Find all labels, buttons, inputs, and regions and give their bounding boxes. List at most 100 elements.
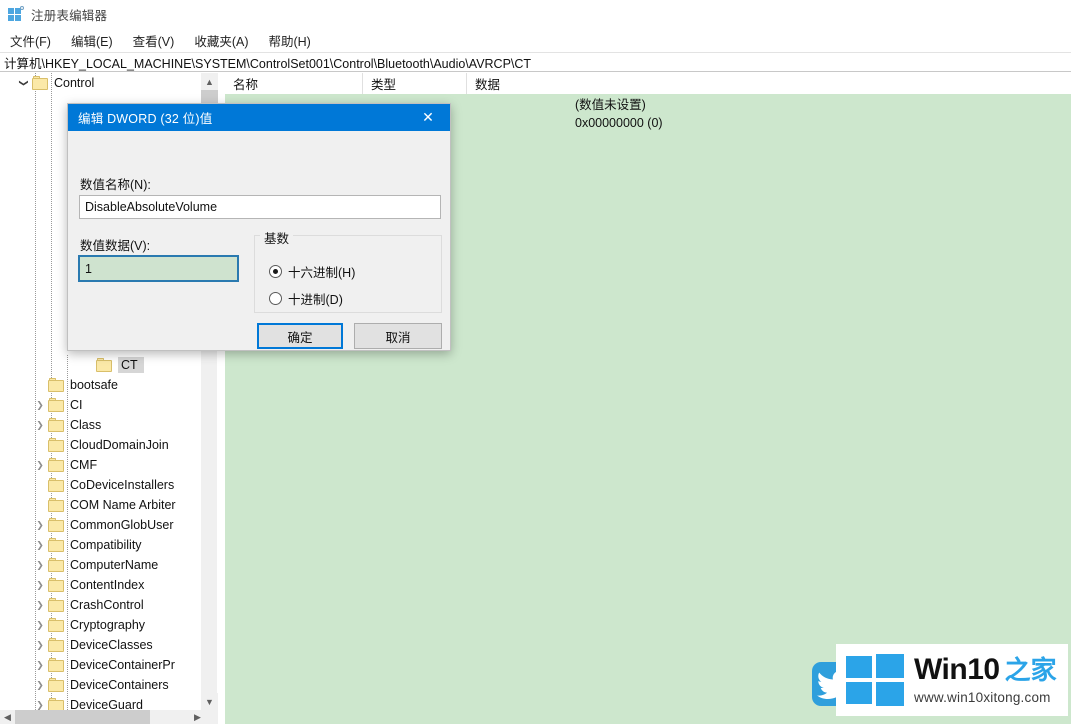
tree-scroll-right-button[interactable]: ▶ xyxy=(190,710,205,724)
value-name-input[interactable]: DisableAbsoluteVolume xyxy=(79,195,441,219)
watermark-brand-main: Win10 xyxy=(914,653,1000,686)
tree-node[interactable]: COM Name Arbiter xyxy=(0,495,202,515)
folder-icon xyxy=(48,518,65,532)
dialog-body: 数值名称(N): DisableAbsoluteVolume 数值数据(V): … xyxy=(68,131,450,352)
radio-decimal-label: 十进制(D) xyxy=(288,293,343,307)
tree-node-spacer xyxy=(32,475,48,495)
folder-icon xyxy=(48,658,65,672)
menu-favorites[interactable]: 收藏夹(A) xyxy=(194,29,257,52)
chevron-right-icon[interactable]: ❯ xyxy=(32,615,48,635)
tree-scroll-down-button[interactable]: ▼ xyxy=(201,693,218,710)
registry-path: 计算机\HKEY_LOCAL_MACHINE\SYSTEM\ControlSet… xyxy=(4,56,532,71)
window-title: 注册表编辑器 xyxy=(31,8,108,23)
value-data-input[interactable]: 1 xyxy=(78,255,239,282)
tree-node-spacer xyxy=(32,375,48,395)
folder-icon xyxy=(48,478,65,492)
folder-icon xyxy=(48,378,65,392)
watermark-brand-sub: 之家 xyxy=(1004,655,1057,685)
tree-node[interactable]: ❯ Compatibility xyxy=(0,535,202,555)
tree-node-label: ContentIndex xyxy=(70,578,145,592)
folder-icon xyxy=(48,438,65,452)
tree-node-label: Control xyxy=(54,76,95,90)
chevron-right-icon[interactable]: ❯ xyxy=(32,515,48,535)
tree-horizontal-scrollbar[interactable]: ◀ ▶ xyxy=(0,710,218,724)
chevron-right-icon[interactable]: ❯ xyxy=(32,455,48,475)
chevron-right-icon[interactable]: ❯ xyxy=(32,595,48,615)
folder-icon xyxy=(48,458,65,472)
folder-icon xyxy=(48,598,65,612)
tree-node-label: DeviceContainerPr xyxy=(70,658,175,672)
registry-editor-icon xyxy=(8,6,24,22)
close-icon[interactable]: ✕ xyxy=(406,104,450,131)
chevron-right-icon[interactable]: ❯ xyxy=(32,675,48,695)
tree-node-label: Compatibility xyxy=(70,538,142,552)
menu-help[interactable]: 帮助(H) xyxy=(268,29,319,52)
tree-node[interactable]: ❯ DeviceClasses xyxy=(0,635,202,655)
tree-node[interactable]: ❯ Control xyxy=(0,73,202,93)
folder-icon xyxy=(48,698,65,710)
tree-hscrollbar-thumb[interactable] xyxy=(15,710,150,724)
chevron-right-icon[interactable]: ❯ xyxy=(32,535,48,555)
tree-scroll-left-button[interactable]: ◀ xyxy=(0,710,15,724)
tree-scroll-up-button[interactable]: ▲ xyxy=(201,73,218,90)
tree-node[interactable]: ❯ ComputerName xyxy=(0,555,202,575)
tree-node[interactable]: ❯ DeviceContainerPr xyxy=(0,655,202,675)
chevron-right-icon[interactable]: ❯ xyxy=(32,555,48,575)
folder-icon xyxy=(48,558,65,572)
tree-node[interactable]: CT xyxy=(0,355,202,375)
column-header-data[interactable]: 数据 xyxy=(467,73,1071,94)
cancel-button[interactable]: 取消 xyxy=(354,323,442,349)
tree-node[interactable]: ❯ CommonGlobUser xyxy=(0,515,202,535)
folder-icon xyxy=(48,498,65,512)
value-data-label: 数值数据(V): xyxy=(80,239,151,253)
column-header-name[interactable]: 名称 xyxy=(225,73,363,94)
ok-button[interactable]: 确定 xyxy=(257,323,343,349)
tree-node[interactable]: ❯ Class xyxy=(0,415,202,435)
tree-node-label: COM Name Arbiter xyxy=(70,498,176,512)
chevron-right-icon[interactable]: ❯ xyxy=(32,655,48,675)
chevron-down-icon[interactable]: ❯ xyxy=(14,75,34,91)
folder-icon xyxy=(48,638,65,652)
tree-node[interactable]: bootsafe xyxy=(0,375,202,395)
tree-node-label: Class xyxy=(70,418,102,432)
folder-icon xyxy=(48,538,65,552)
cell-data: (数值未设置) xyxy=(575,98,646,112)
radio-decimal[interactable]: 十进制(D) xyxy=(269,289,343,308)
folder-icon xyxy=(48,418,65,432)
chevron-right-icon[interactable]: ❯ xyxy=(32,395,48,415)
tree-node-spacer xyxy=(32,435,48,455)
title-bar: 注册表编辑器 xyxy=(0,0,1071,28)
watermark-url: www.win10xitong.com xyxy=(914,690,1051,705)
tree-node[interactable]: CloudDomainJoin xyxy=(0,435,202,455)
chevron-right-icon[interactable]: ❯ xyxy=(32,635,48,655)
edit-dword-dialog: 编辑 DWORD (32 位)值 ✕ 数值名称(N): DisableAbsol… xyxy=(67,103,451,351)
address-bar[interactable]: 计算机\HKEY_LOCAL_MACHINE\SYSTEM\ControlSet… xyxy=(0,52,1071,72)
tree-node-label: CT xyxy=(118,357,144,373)
column-header-type[interactable]: 类型 xyxy=(363,73,467,94)
tree-node-spacer xyxy=(32,495,48,515)
chevron-right-icon[interactable]: ❯ xyxy=(32,415,48,435)
tree-node[interactable]: ❯ Cryptography xyxy=(0,615,202,635)
tree-node[interactable]: ❯ ContentIndex xyxy=(0,575,202,595)
tree-node[interactable]: ❯ CI xyxy=(0,395,202,415)
radio-hexadecimal-indicator xyxy=(269,265,282,278)
chevron-right-icon[interactable]: ❯ xyxy=(32,695,48,710)
tree-node[interactable]: CoDeviceInstallers xyxy=(0,475,202,495)
folder-icon xyxy=(32,76,49,90)
menu-view[interactable]: 查看(V) xyxy=(133,29,184,52)
dialog-title-bar[interactable]: 编辑 DWORD (32 位)值 ✕ xyxy=(68,104,450,131)
folder-icon xyxy=(48,398,65,412)
tree-node-label: CloudDomainJoin xyxy=(70,438,169,452)
tree-node[interactable]: ❯ DeviceGuard xyxy=(0,695,202,710)
menu-edit[interactable]: 编辑(E) xyxy=(71,29,122,52)
menu-file[interactable]: 文件(F) xyxy=(10,29,60,52)
menu-bar: 文件(F) 编辑(E) 查看(V) 收藏夹(A) 帮助(H) xyxy=(0,29,1071,51)
tree-node-label: CMF xyxy=(70,458,98,472)
tree-node[interactable]: ❯ DeviceContainers xyxy=(0,675,202,695)
radio-hexadecimal[interactable]: 十六进制(H) xyxy=(269,262,355,281)
tree-node[interactable]: ❯ CrashControl xyxy=(0,595,202,615)
tree-node-label: DeviceClasses xyxy=(70,638,153,652)
tree-node[interactable]: ❯ CMF xyxy=(0,455,202,475)
tree-node-label: DeviceContainers xyxy=(70,678,169,692)
chevron-right-icon[interactable]: ❯ xyxy=(32,575,48,595)
